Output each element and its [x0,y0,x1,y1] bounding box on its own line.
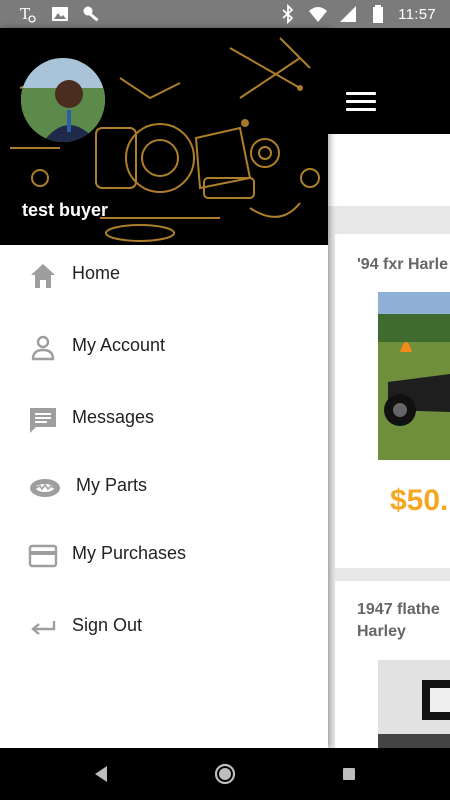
navigation-drawer: test buyer Home My Account Messages My P… [0,28,328,748]
home-button-icon[interactable] [213,762,237,786]
menu-item-label: My Account [72,335,166,355]
credit-card-icon [28,544,58,568]
back-icon[interactable] [90,762,114,786]
menu-item-my-purchases[interactable]: My Purchases [0,525,328,585]
battery-icon [373,5,384,23]
menu-item-label: Home [72,263,121,283]
menu-item-messages[interactable]: Messages [0,389,328,449]
listing-title: 1947 flathe Harley [357,601,440,640]
listing-card[interactable]: '94 fxr Harle $50. [335,234,450,568]
svg-text:T: T [20,5,30,23]
menu-item-sign-out[interactable]: Sign Out [0,597,328,657]
menu-item-my-parts[interactable]: My Parts [0,457,328,517]
menu-icon[interactable] [346,92,376,114]
menu-item-home[interactable]: Home [0,245,328,305]
app-subbar [328,134,450,206]
menu-item-label: Messages [72,407,155,427]
system-nav-bar [0,748,450,800]
image-icon [52,7,68,21]
parts-icon [30,479,60,497]
signal-icon [340,6,357,22]
drawer-header: test buyer [0,28,328,245]
recents-icon[interactable] [337,762,361,786]
listing-image [378,660,450,751]
status-bar: T 11:57 [0,0,450,28]
bluetooth-icon [282,4,294,24]
home-icon [31,264,55,288]
wifi-icon [309,7,328,22]
menu-item-my-account[interactable]: My Account [0,317,328,377]
listing-price: $50. [390,484,449,517]
avatar[interactable] [21,58,105,142]
key-icon [83,6,99,22]
person-icon [31,335,55,361]
menu-item-label: My Purchases [72,543,187,563]
user-name: test buyer [22,200,109,220]
menu-item-label: My Parts [76,475,148,495]
status-time: 11:57 [398,5,436,23]
listing-title: '94 fxr Harle [357,256,448,273]
sign-out-arrow-icon [31,621,56,635]
listing-card[interactable]: 1947 flathe Harley [335,581,450,751]
tmobile-icon: T [20,5,36,23]
menu-item-label: Sign Out [72,615,143,635]
listing-image [378,292,450,460]
message-icon [30,408,56,433]
